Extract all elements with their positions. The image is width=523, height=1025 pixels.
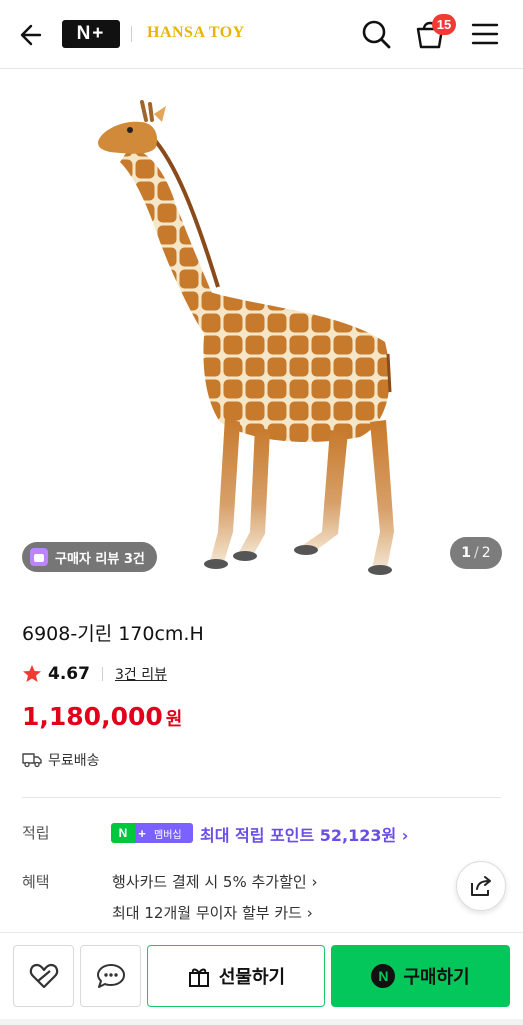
buyer-review-text: 구매자 리뷰 3건 bbox=[55, 551, 145, 567]
rating-row: 4.67 3건 리뷰 bbox=[22, 662, 167, 686]
review-count-link[interactable]: 3건 리뷰 bbox=[115, 664, 167, 684]
badge-n: N bbox=[118, 826, 128, 840]
star-icon bbox=[23, 665, 41, 682]
gift-button[interactable]: 선물하기 bbox=[147, 945, 325, 1007]
section-divider bbox=[22, 797, 501, 798]
top-header: N+ HANSA TOY 15 bbox=[0, 0, 523, 69]
nplus-store-logo[interactable]: N+ bbox=[62, 20, 120, 48]
buy-button[interactable]: N 구매하기 bbox=[331, 945, 510, 1007]
cart-count-badge: 15 bbox=[432, 14, 456, 35]
shipping-row: 무료배송 bbox=[22, 750, 100, 770]
shipping-text: 무료배송 bbox=[48, 753, 100, 769]
talktalk-chat-button[interactable] bbox=[80, 945, 141, 1007]
bottom-safe-area bbox=[0, 1019, 523, 1025]
back-arrow-icon[interactable] bbox=[18, 20, 48, 50]
benefits-label: 혜택 bbox=[22, 873, 50, 891]
gift-button-label: 선물하기 bbox=[218, 967, 286, 988]
image-page-indicator: 1 / 2 bbox=[450, 537, 502, 569]
naver-n-icon: N bbox=[371, 964, 396, 988]
heart-icon bbox=[29, 963, 58, 989]
header-divider bbox=[131, 26, 132, 42]
nplus-membership-badge: N + 멤버십 bbox=[111, 823, 193, 843]
page-total: 2 bbox=[481, 545, 491, 561]
wishlist-button[interactable] bbox=[13, 945, 74, 1007]
price-row: 1,180,000 원 bbox=[22, 702, 182, 731]
page-separator: / bbox=[474, 545, 479, 561]
brand-name[interactable]: HANSA TOY bbox=[147, 24, 245, 42]
product-title: 6908-기린 170cm.H bbox=[22, 623, 204, 645]
search-icon[interactable] bbox=[360, 18, 392, 50]
page-current: 1 bbox=[461, 545, 472, 561]
truck-icon bbox=[22, 753, 42, 768]
menu-icon[interactable] bbox=[470, 20, 500, 48]
chat-bubble-icon bbox=[96, 964, 125, 988]
product-image-giraffe[interactable] bbox=[90, 92, 420, 582]
points-label: 적립 bbox=[22, 824, 50, 842]
max-points-link[interactable]: 최대 적립 포인트 52,123원 › bbox=[200, 822, 408, 846]
price-value: 1,180,000 bbox=[22, 702, 163, 731]
bottom-action-bar: 선물하기 N 구매하기 bbox=[0, 932, 523, 1025]
buyer-review-badge[interactable]: 구매자 리뷰 3건 bbox=[22, 542, 157, 572]
share-button[interactable] bbox=[456, 861, 506, 911]
rating-divider bbox=[101, 667, 103, 681]
buy-button-label: 구매하기 bbox=[403, 967, 470, 988]
product-image-gallery[interactable]: 구매자 리뷰 3건 1 / 2 bbox=[0, 70, 523, 600]
share-icon bbox=[471, 876, 491, 896]
rating-value: 4.67 bbox=[48, 664, 90, 684]
benefit-card-discount[interactable]: 행사카드 결제 시 5% 추가할인 › bbox=[112, 871, 317, 892]
shopping-bag-icon bbox=[30, 548, 48, 566]
badge-membership: 멤버십 bbox=[154, 829, 182, 841]
price-currency: 원 bbox=[165, 709, 183, 730]
gift-icon bbox=[188, 968, 209, 987]
benefit-installment[interactable]: 최대 12개월 무이자 할부 카드 › bbox=[112, 902, 313, 923]
badge-plus: + bbox=[138, 825, 146, 841]
